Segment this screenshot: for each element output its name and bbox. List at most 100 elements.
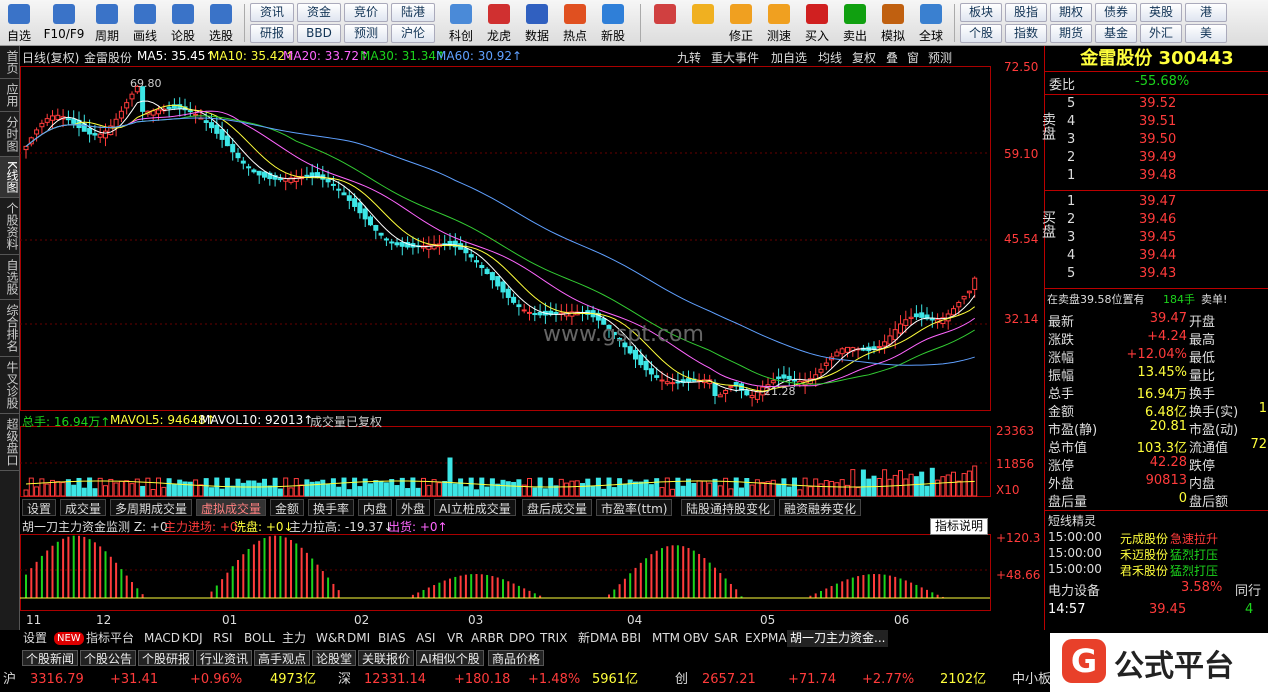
indicator-tab-2[interactable]: 多周期成交量 (110, 499, 193, 516)
bottom-tab-18[interactable]: MTM (649, 630, 683, 647)
sell-price[interactable]: 39.50 (1139, 132, 1176, 147)
small-tool-button[interactable]: 沪伦 (391, 24, 435, 43)
modify-tool-button[interactable]: 修正 (724, 2, 758, 44)
bottom-tab-0[interactable]: 设置 (20, 630, 50, 647)
kline-tool-4[interactable]: 复权 (852, 49, 876, 66)
globe-tool-button[interactable]: 全球 (914, 2, 948, 44)
bottom-tab-20[interactable]: SAR (711, 630, 741, 647)
indicator-tab-8[interactable]: AI立桩成交量 (434, 499, 516, 516)
kline-chart-svg[interactable] (20, 46, 992, 632)
kline-tool-5[interactable]: 叠 (886, 49, 898, 66)
speed-tool-button[interactable]: 测速 (762, 2, 796, 44)
clock-tool-button[interactable]: 周期 (90, 2, 124, 44)
bottom-tab-17[interactable]: BBI (618, 630, 644, 647)
kline-tool-6[interactable]: 窗 (907, 49, 919, 66)
market-tool-button[interactable]: 基金 (1095, 24, 1137, 43)
left-tab-0[interactable]: 首页 (0, 46, 19, 79)
sell-price[interactable]: 39.51 (1139, 114, 1176, 129)
bottom-tab-10[interactable]: BIAS (375, 630, 409, 647)
select-stock-tool-button[interactable]: 选股 (204, 2, 238, 44)
bottom-tab-2[interactable]: 指标平台 (83, 630, 137, 647)
left-tab-6[interactable]: 综合排名 (0, 300, 19, 357)
buy-tool-button[interactable]: 买入 (800, 2, 834, 44)
market-tool-button[interactable]: 期权 (1050, 3, 1092, 22)
indicator-tab-6[interactable]: 内盘 (358, 499, 393, 516)
bottom-tab-9[interactable]: DMI (344, 630, 373, 647)
bottom-tab-21[interactable]: EXPMA (742, 630, 790, 647)
small-tool-button[interactable]: 竞价 (344, 3, 388, 22)
buy-price[interactable]: 39.47 (1139, 194, 1176, 209)
star-tool-button[interactable]: 自选 (2, 2, 36, 44)
pe-tool-button[interactable]: 数据 (520, 2, 554, 44)
market-tool-button[interactable]: 外汇 (1140, 24, 1182, 43)
news-tab-2[interactable]: 个股研报 (138, 650, 195, 666)
indicator-help-button[interactable]: 指标说明 (930, 518, 989, 535)
status-tail[interactable]: 中小板 (1012, 670, 1051, 690)
left-tab-1[interactable]: 应用 (0, 79, 19, 112)
left-tab-5[interactable]: 自选股 (0, 255, 19, 300)
short-stock[interactable]: 君禾股份 (1120, 562, 1168, 579)
grid-tool-button[interactable] (648, 2, 682, 44)
kline-tool-7[interactable]: 预测 (928, 49, 952, 66)
kline-tool-0[interactable]: 九转 (677, 49, 701, 66)
market-tool-button[interactable]: 股指 (1005, 3, 1047, 22)
bottom-tab-19[interactable]: OBV (680, 630, 712, 647)
bottom-tab-14[interactable]: DPO (506, 630, 538, 647)
indicator-tab-10[interactable]: 市盈率(ttm) (596, 499, 673, 516)
market-tool-button[interactable]: 期货 (1050, 24, 1092, 43)
back-arrow-tool-button[interactable] (686, 2, 720, 44)
bottom-tab-13[interactable]: ARBR (468, 630, 507, 647)
small-tool-button[interactable]: 陆港 (391, 3, 435, 22)
short-stock[interactable]: 元成股份 (1120, 530, 1168, 547)
indicator-tab-5[interactable]: 换手率 (308, 499, 355, 516)
news-tab-5[interactable]: 论股堂 (312, 650, 357, 666)
ipo-tool-button[interactable]: 新股 (596, 2, 630, 44)
short-stock[interactable]: 禾迈股份 (1120, 546, 1168, 563)
buy-price[interactable]: 39.44 (1139, 248, 1176, 263)
kline-tool-1[interactable]: 重大事件 (711, 49, 759, 66)
pen-tool-button[interactable]: 画线 (128, 2, 162, 44)
market-tool-button[interactable]: 英股 (1140, 3, 1182, 22)
dragon-tiger-tool-button[interactable]: 龙虎 (482, 2, 516, 44)
bottom-tab-22[interactable]: 胡一刀主力资金... (787, 630, 889, 647)
market-tool-button[interactable]: 债券 (1095, 3, 1137, 22)
sell-price[interactable]: 39.48 (1139, 168, 1176, 183)
news-tab-3[interactable]: 行业资讯 (196, 650, 253, 666)
indicator-tab-12[interactable]: 融资融券变化 (779, 499, 862, 516)
sell-price[interactable]: 39.52 (1139, 96, 1176, 111)
left-tab-3[interactable]: K线图 (0, 157, 19, 198)
sector-name[interactable]: 电力设备 (1048, 580, 1100, 599)
market-tool-button[interactable]: 指数 (1005, 24, 1047, 43)
small-tool-button[interactable]: 研报 (250, 24, 294, 43)
indicator-tab-3[interactable]: 虚拟成交量 (196, 499, 267, 516)
hammer-tool-button[interactable]: 模拟 (876, 2, 910, 44)
discuss-tool-button[interactable]: 论股 (166, 2, 200, 44)
news-tab-1[interactable]: 个股公告 (80, 650, 137, 666)
news-tab-8[interactable]: 商品价格 (488, 650, 545, 666)
market-tool-button[interactable]: 个股 (960, 24, 1002, 43)
bottom-tab-4[interactable]: KDJ (179, 630, 206, 647)
small-tool-button[interactable]: 资讯 (250, 3, 294, 22)
bottom-tab-5[interactable]: RSI (210, 630, 236, 647)
left-tab-8[interactable]: 超级盘口 (0, 414, 19, 471)
sell-price[interactable]: 39.49 (1139, 150, 1176, 165)
kline-tool-3[interactable]: 均线 (818, 49, 842, 66)
indicator-tab-9[interactable]: 盘后成交量 (522, 499, 593, 516)
small-tool-button[interactable]: 资金 (297, 3, 341, 22)
sell-tool-button[interactable]: 卖出 (838, 2, 872, 44)
buy-price[interactable]: 39.45 (1139, 230, 1176, 245)
market-tool-button[interactable]: 板块 (960, 3, 1002, 22)
bottom-tab-1[interactable]: NEW (54, 632, 84, 645)
news-tab-6[interactable]: 关联报价 (358, 650, 415, 666)
market-tool-button[interactable]: 港 (1185, 3, 1227, 22)
left-tab-7[interactable]: 牛叉诊股 (0, 357, 19, 414)
buy-price[interactable]: 39.43 (1139, 266, 1176, 281)
indicator-tab-0[interactable]: 设置 (22, 499, 57, 516)
market-tool-button[interactable]: 美 (1185, 24, 1227, 43)
bottom-tab-6[interactable]: BOLL (241, 630, 278, 647)
bottom-tab-16[interactable]: 新DMA (575, 630, 621, 647)
small-tool-button[interactable]: 预测 (344, 24, 388, 43)
kechuang-tool-button[interactable]: 科创 (444, 2, 478, 44)
news-tab-7[interactable]: AI相似个股 (416, 650, 484, 666)
indicator-tab-1[interactable]: 成交量 (60, 499, 107, 516)
